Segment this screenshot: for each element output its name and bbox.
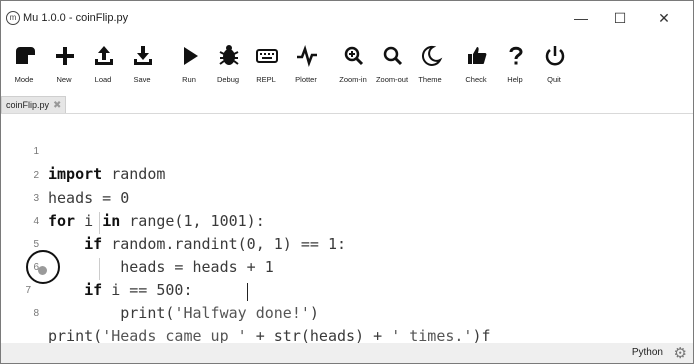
toolbar: Mode New Load Save Run Debug REPL Plotte… bbox=[1, 37, 693, 93]
code-line: 6 if i == 500: bbox=[1, 235, 693, 299]
annotation-circle bbox=[26, 250, 60, 284]
window-title: Mu 1.0.0 - coinFlip.py bbox=[23, 12, 129, 24]
plus-icon bbox=[56, 47, 74, 65]
mu-editor-window: m Mu 1.0.0 - coinFlip.py — ☐ ✕ Mode New bbox=[0, 0, 694, 364]
maximize-button[interactable]: ☐ bbox=[600, 5, 640, 31]
code-token: ) bbox=[309, 304, 319, 322]
moon-icon bbox=[421, 45, 443, 66]
code-line: 3 for i in range(1, 1001): bbox=[1, 166, 693, 230]
code-editor[interactable]: 1 import random 2 heads = 0 3 for i in r… bbox=[1, 113, 693, 345]
quit-label: Quit bbox=[547, 75, 561, 84]
code-line: 7 print('Halfway done!') bbox=[1, 258, 693, 322]
upload-icon bbox=[95, 46, 113, 65]
mode-button[interactable]: Mode bbox=[4, 39, 44, 93]
mode-indicator: Python bbox=[631, 347, 663, 358]
load-button[interactable]: Load bbox=[83, 39, 123, 93]
title-bar: m Mu 1.0.0 - coinFlip.py — ☐ ✕ bbox=[1, 1, 693, 37]
close-button[interactable]: ✕ bbox=[644, 5, 684, 31]
save-button[interactable]: Save bbox=[122, 39, 162, 93]
line-number: 8 bbox=[33, 308, 39, 319]
minimize-button[interactable]: — bbox=[561, 5, 601, 31]
tab-strip: coinFlip.py ✖ bbox=[1, 93, 693, 114]
code-line: 5 heads = heads + 1 bbox=[1, 212, 693, 276]
help-button[interactable]: Help bbox=[495, 39, 535, 93]
code-line: 4 if random.randint(0, 1) == 1: bbox=[1, 189, 693, 253]
tab-coinflip[interactable]: coinFlip.py ✖ bbox=[1, 96, 67, 114]
indent-guide bbox=[99, 258, 100, 280]
mu-icon: m bbox=[6, 11, 20, 25]
bug-icon bbox=[219, 45, 239, 65]
tab-label: coinFlip.py bbox=[6, 100, 50, 110]
check-button[interactable]: Check bbox=[456, 39, 496, 93]
run-button[interactable]: Run bbox=[169, 39, 209, 93]
theme-button[interactable]: Theme bbox=[410, 39, 450, 93]
debug-button[interactable]: Debug bbox=[208, 39, 248, 93]
mode-icon bbox=[16, 47, 35, 64]
code-token: 'Halfway done!' bbox=[174, 304, 310, 322]
power-icon bbox=[545, 46, 565, 66]
new-button[interactable]: New bbox=[44, 39, 84, 93]
plotter-button[interactable]: Plotter bbox=[286, 39, 326, 93]
repl-button[interactable]: REPL bbox=[246, 39, 286, 93]
status-bar: Python ⚙ bbox=[1, 343, 693, 363]
question-icon bbox=[509, 46, 523, 65]
tab-close-icon[interactable]: ✖ bbox=[53, 100, 61, 111]
gear-icon[interactable]: ⚙ bbox=[674, 344, 687, 362]
indent-guide bbox=[99, 212, 100, 234]
thumbs-up-icon bbox=[468, 47, 487, 64]
pulse-icon bbox=[297, 45, 317, 67]
download-icon bbox=[134, 46, 152, 65]
zoom-out-icon bbox=[383, 46, 403, 66]
zoom-in-button[interactable]: Zoom-in bbox=[333, 39, 373, 93]
text-cursor bbox=[247, 283, 248, 301]
code-token: print( bbox=[48, 304, 175, 322]
zoom-in-icon bbox=[344, 46, 364, 66]
code-line: 2 heads = 0 bbox=[1, 143, 693, 207]
zoom-out-button[interactable]: Zoom-out bbox=[372, 39, 412, 93]
play-icon bbox=[184, 47, 198, 65]
quit-button[interactable]: Quit bbox=[534, 39, 574, 93]
code-line: 8 print('Heads came up ' + str(heads) + … bbox=[1, 281, 693, 345]
keyboard-icon bbox=[256, 49, 278, 63]
code-line: 1 import random bbox=[1, 119, 693, 183]
